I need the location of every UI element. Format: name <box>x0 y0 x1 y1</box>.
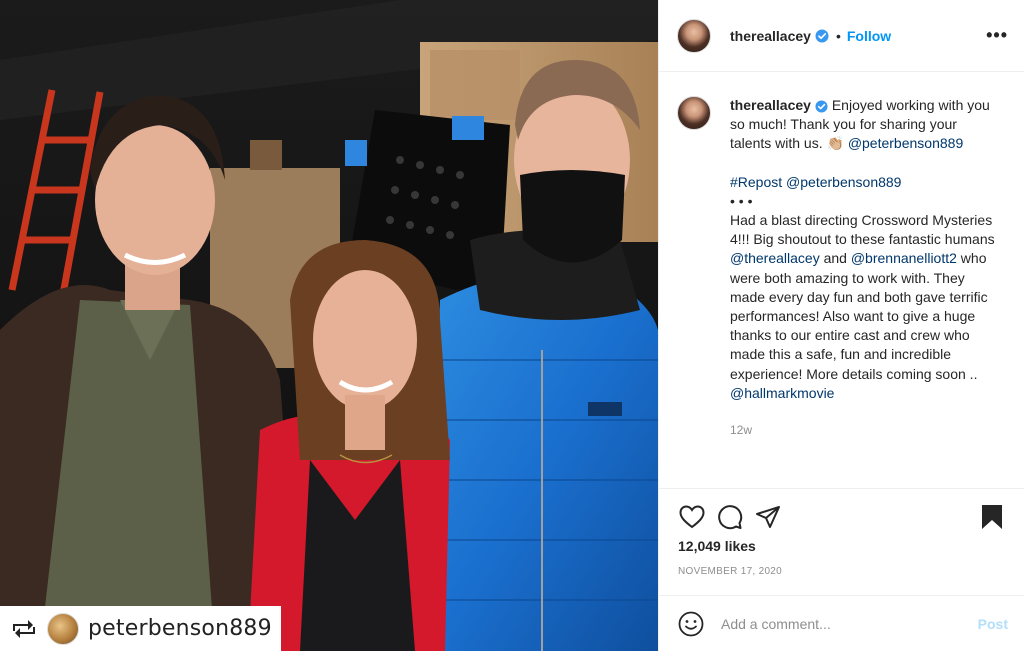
mention-link[interactable]: @brennanelliott2 <box>851 250 957 266</box>
caption-username[interactable]: thereallacey <box>730 97 811 113</box>
verified-badge-icon <box>815 100 828 113</box>
post-side-panel: thereallacey • Follow ••• thereallacey E… <box>658 0 1024 651</box>
mention-link[interactable]: @thereallacey <box>730 250 820 266</box>
avatar[interactable] <box>677 18 711 53</box>
mention-link[interactable]: @peterbenson889 <box>848 135 963 151</box>
post-comment-button[interactable]: Post <box>978 616 1008 632</box>
body-text: and <box>819 250 851 267</box>
verified-badge-icon <box>815 29 829 43</box>
repost-icon <box>10 615 38 643</box>
bullet-divider: • • • <box>730 192 753 209</box>
repost-credit[interactable]: peterbenson889 <box>0 606 281 651</box>
body-text: Had a blast directing Crossword Mysterie… <box>730 212 995 248</box>
mention-link[interactable]: @hallmarkmovie <box>730 385 834 401</box>
action-bar <box>659 488 1024 544</box>
caption-body-text: Had a blast directing Crossword Mysterie… <box>730 211 996 403</box>
caption-area: thereallacey Enjoyed working with you so… <box>659 72 1024 488</box>
hashtag-link[interactable]: #Repost <box>730 174 782 190</box>
photo-scene <box>0 0 658 651</box>
comment-input[interactable] <box>721 615 978 632</box>
comment-icon[interactable] <box>714 501 746 533</box>
header-username[interactable]: thereallacey <box>730 28 811 44</box>
heart-icon[interactable] <box>676 501 708 533</box>
caption-intro: thereallacey Enjoyed working with you so… <box>730 96 996 154</box>
caption: thereallacey Enjoyed working with you so… <box>730 96 996 488</box>
mention-link[interactable]: @peterbenson889 <box>786 174 901 190</box>
emoji-icon[interactable] <box>676 609 706 639</box>
dot-separator: • <box>835 27 841 44</box>
repost-avatar <box>47 612 79 645</box>
body-text: who were both amazing to work with. They… <box>730 250 988 382</box>
post-date: NOVEMBER 17, 2020 <box>678 566 783 577</box>
post-photo[interactable]: peterbenson889 <box>0 0 658 651</box>
bookmark-icon[interactable] <box>976 501 1008 533</box>
comment-bar: Post <box>659 595 1024 651</box>
more-options-button[interactable]: ••• <box>986 25 1008 46</box>
follow-button[interactable]: Follow <box>847 28 891 44</box>
share-icon[interactable] <box>752 501 784 533</box>
post-header: thereallacey • Follow ••• <box>659 0 1024 72</box>
repost-line: #Repost @peterbenson889 <box>730 173 996 192</box>
avatar[interactable] <box>677 96 711 130</box>
likes-count[interactable]: 12,049 likes <box>678 538 756 554</box>
repost-username: peterbenson889 <box>88 616 272 641</box>
time-ago[interactable]: 12w <box>730 421 996 440</box>
